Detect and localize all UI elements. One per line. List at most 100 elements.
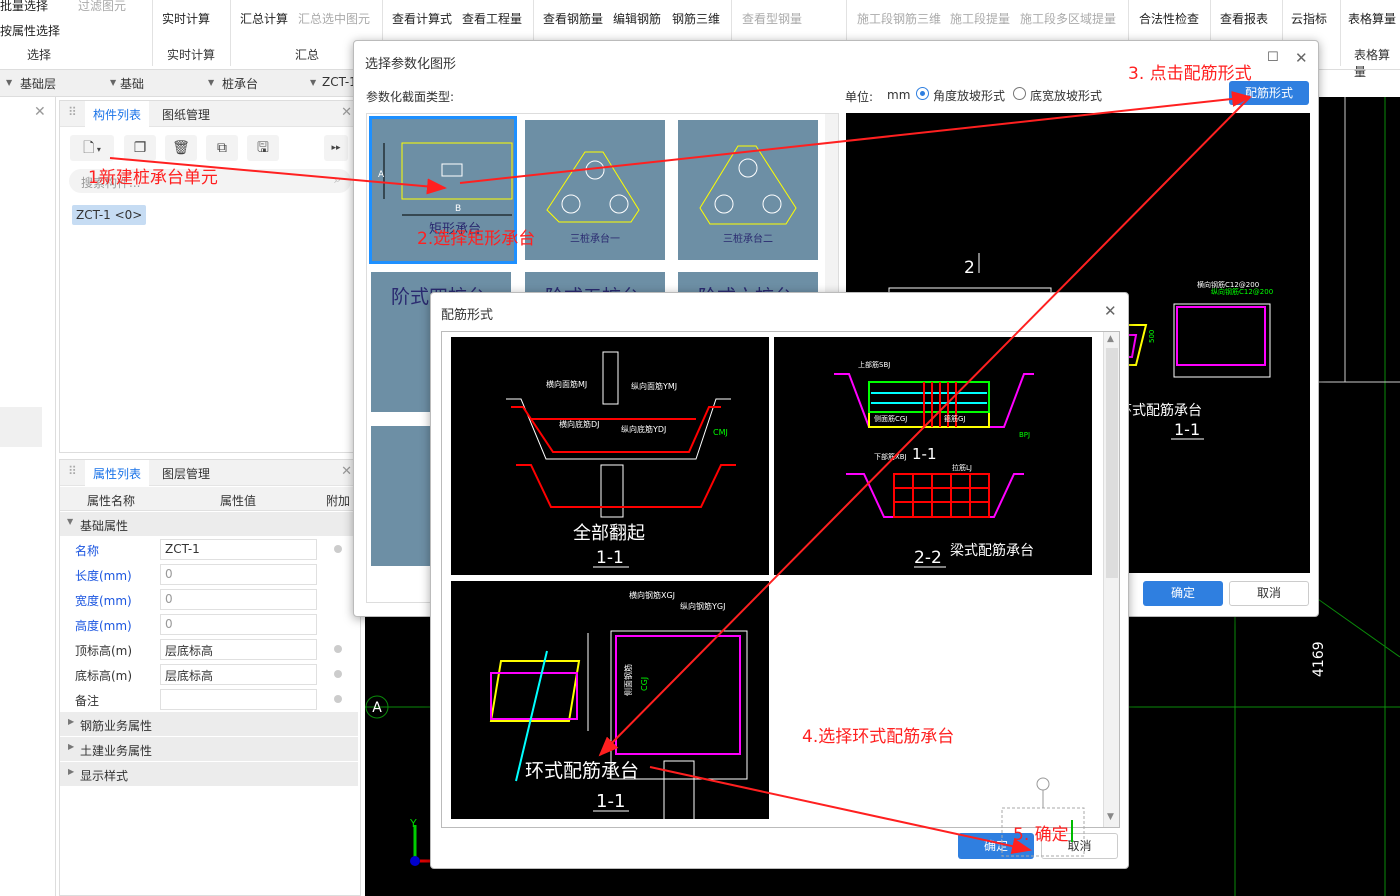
extra-checkbox[interactable] <box>334 545 342 553</box>
scrollbar-thumb[interactable] <box>1106 348 1118 578</box>
delete-button[interactable]: 🗑 <box>165 135 197 161</box>
new-component-button[interactable]: 🗋 ▾ <box>70 135 114 161</box>
option-ring-type-cap[interactable]: 横向钢筋XGJ 纵向钢筋YGJ 侧面钢筋 CGJ 环式配筋承台 1-1 <box>451 581 769 837</box>
tab-layer-manage[interactable]: 图层管理 <box>162 465 210 482</box>
nav-item-selected[interactable] <box>0 407 42 447</box>
rebar-3d-button[interactable]: 钢筋三维 <box>672 10 720 27</box>
view-formula-button[interactable]: 查看计算式 <box>392 10 452 27</box>
extra-checkbox[interactable] <box>334 695 342 703</box>
view-steel-button[interactable]: 查看型钢量 <box>742 10 802 27</box>
property-name: 宽度(mm) <box>75 594 132 608</box>
vertical-scrollbar[interactable]: ▲ ▼ <box>1103 332 1119 827</box>
property-group-civil[interactable]: ▶ 土建业务属性 <box>60 737 358 761</box>
trash-icon: 🗑 <box>172 140 190 156</box>
drag-handle-icon[interactable]: ⠿ <box>68 105 77 119</box>
property-row: 长度(mm) 0 <box>60 562 358 587</box>
rebar-form-gallery: 横向面筋MJ 纵向面筋YMJ 横向底筋DJ 纵向底筋YDJ CMJ 全部翻起 1… <box>441 331 1120 837</box>
table-quantity-button[interactable]: 表格算量 <box>1348 10 1396 27</box>
tab-drawing-manage[interactable]: 图纸管理 <box>162 106 210 123</box>
svg-text:B: B <box>455 204 461 214</box>
ok-button[interactable]: 确定 <box>1143 581 1223 606</box>
copy-button[interactable]: ❐ <box>124 135 156 161</box>
preview-label: 环式配筋承台 <box>1118 402 1202 419</box>
divider <box>152 0 153 66</box>
floor-dropdown[interactable]: 基础层 ▼ <box>20 75 117 92</box>
close-icon[interactable]: ✕ <box>34 104 46 120</box>
section-label: 1-1 <box>596 791 625 812</box>
group-label: 显示样式 <box>80 769 129 783</box>
component-dropdown[interactable]: ZCT-1 <box>322 75 357 89</box>
view-quantity-button[interactable]: 查看工程量 <box>462 10 522 27</box>
property-value-input[interactable] <box>160 689 317 710</box>
category-dropdown[interactable]: 基础 ▼ <box>120 75 215 92</box>
property-group-rebar[interactable]: ▶ 钢筋业务属性 <box>60 712 358 736</box>
double-chevron-right-icon: ▸▸ <box>331 143 341 153</box>
stage-multi-area-button[interactable]: 施工段多区域提量 <box>1020 10 1116 27</box>
summary-selected-button[interactable]: 汇总选中图元 <box>298 10 370 27</box>
type-dropdown[interactable]: 桩承台 ▼ <box>222 75 317 92</box>
radio-width-slope-label[interactable]: 底宽放坡形式 <box>1030 87 1102 104</box>
view-report-button[interactable]: 查看报表 <box>1220 10 1268 27</box>
save-template-button[interactable]: 🖫 <box>247 135 279 161</box>
tile-three-pile-cap-1[interactable]: 三桩承台一 <box>525 120 665 260</box>
tile-three-pile-cap-2[interactable]: 三桩承台二 <box>678 120 818 260</box>
component-value: ZCT-1 <box>322 75 357 89</box>
radio-angle-slope[interactable] <box>916 87 929 100</box>
property-value-input[interactable]: 0 <box>160 589 317 610</box>
chevron-down-icon: ▼ <box>110 78 117 87</box>
caret-right-icon: ▶ <box>68 742 75 751</box>
section-label: 1-1 <box>1174 420 1200 439</box>
validity-check-button[interactable]: 合法性检查 <box>1139 10 1199 27</box>
property-value-input[interactable]: 0 <box>160 564 317 585</box>
close-icon[interactable]: ✕ <box>1295 49 1308 67</box>
chevron-down-icon: ▼ <box>310 78 317 87</box>
rebar-form-button[interactable]: 配筋形式 <box>1229 81 1309 105</box>
property-name: 高度(mm) <box>75 619 132 633</box>
property-value-input[interactable]: 层底标高 <box>160 639 317 660</box>
extra-checkbox[interactable] <box>334 645 342 653</box>
view-rebar-button[interactable]: 查看钢筋量 <box>543 10 603 27</box>
cancel-button[interactable]: 取消 <box>1229 581 1309 606</box>
property-group-display[interactable]: ▶ 显示样式 <box>60 762 358 786</box>
rebar-note: 拉筋LJ <box>952 463 972 472</box>
component-item-zct-1[interactable]: ZCT-1 <0> <box>72 205 147 225</box>
close-icon[interactable]: ✕ <box>1104 302 1117 320</box>
property-row: 名称 ZCT-1 <box>60 537 358 562</box>
maximize-icon[interactable]: ☐ <box>1267 50 1279 65</box>
tab-component-list[interactable]: 构件列表 <box>85 101 150 127</box>
summary-calc-button[interactable]: 汇总计算 <box>240 10 288 27</box>
stage-quantity-button[interactable]: 施工段提量 <box>950 10 1010 27</box>
property-group-basic[interactable]: ▼ 基础属性 <box>60 512 358 536</box>
breadcrumb: ▼ 基础层 ▼ 基础 ▼ 桩承台 ▼ ZCT-1 <box>0 70 365 97</box>
drag-handle-icon[interactable]: ⠿ <box>68 464 77 478</box>
radio-angle-slope-label[interactable]: 角度放坡形式 <box>933 87 1005 104</box>
realtime-calc-button[interactable]: 实时计算 <box>162 10 210 27</box>
more-button[interactable]: ▸▸ <box>324 135 348 161</box>
edit-rebar-button[interactable]: 编辑钢筋 <box>613 10 661 27</box>
radio-width-slope[interactable] <box>1013 87 1026 100</box>
property-value-input[interactable]: 层底标高 <box>160 664 317 685</box>
layer-copy-button[interactable]: ⧉ <box>206 135 238 161</box>
property-value-input[interactable]: 0 <box>160 614 317 635</box>
y-axis-label: Y <box>409 817 417 830</box>
property-value-input[interactable]: ZCT-1 <box>160 539 317 560</box>
caret-down-icon: ▼ <box>67 517 74 526</box>
rebar-note: 下部筋XBJ <box>874 452 907 461</box>
extra-checkbox[interactable] <box>334 670 342 678</box>
batch-select-button[interactable]: 批量选择 <box>0 0 48 14</box>
cloud-index-button[interactable]: 云指标 <box>1291 10 1327 27</box>
scroll-up-icon[interactable]: ▲ <box>1107 334 1114 344</box>
group-label-summary: 汇总 <box>295 48 320 62</box>
type-value: 桩承台 <box>222 77 259 91</box>
group-label-table: 表格算量 <box>1354 48 1391 79</box>
close-icon[interactable]: ✕ <box>341 105 352 120</box>
tab-property-list[interactable]: 属性列表 <box>85 460 150 486</box>
filter-elements-button[interactable]: 过滤图元 <box>78 0 126 14</box>
option-all-bent-up[interactable]: 横向面筋MJ 纵向面筋YMJ 横向底筋DJ 纵向底筋YDJ CMJ 全部翻起 1… <box>451 337 769 575</box>
option-beam-type-cap[interactable]: 上部筋SBJ 侧面筋CGJ 箍筋GJ 下部筋XBJ BPJ 1-1 拉筋LJ 2… <box>774 337 1092 575</box>
scroll-down-icon[interactable]: ▼ <box>1107 812 1114 822</box>
section-label: 2-2 <box>914 548 942 568</box>
select-by-property-button[interactable]: 按属性选择 <box>0 22 60 39</box>
close-icon[interactable]: ✕ <box>341 464 352 479</box>
stage-rebar-3d-button[interactable]: 施工段钢筋三维 <box>857 10 941 27</box>
